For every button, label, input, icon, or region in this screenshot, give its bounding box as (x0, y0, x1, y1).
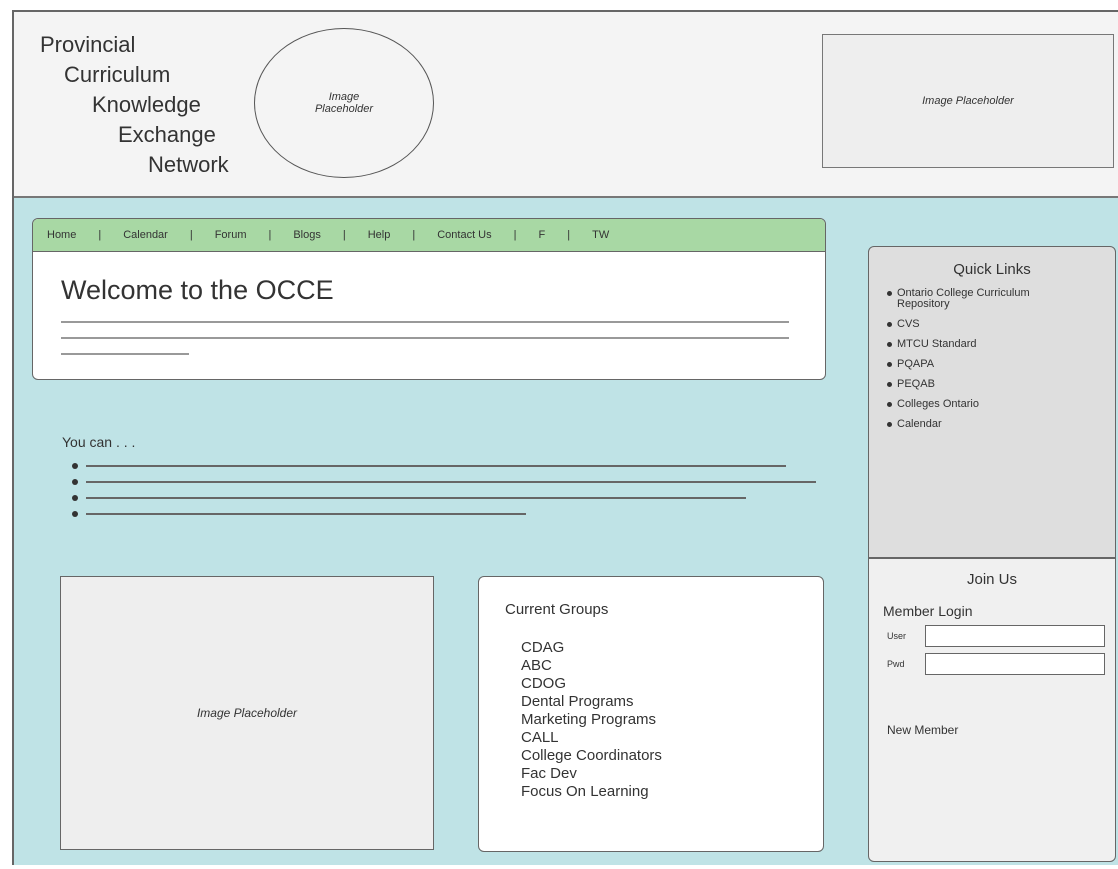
logo-line-provincial: Provincial (40, 32, 136, 57)
placeholder-text-line (86, 481, 816, 483)
group-item-abc[interactable]: ABC (521, 657, 662, 675)
header-image-placeholder-label: Image Placeholder (922, 95, 1014, 107)
nav-twitter[interactable]: TW (592, 229, 609, 241)
nav-calendar[interactable]: Calendar (123, 229, 168, 241)
user-input[interactable] (925, 625, 1105, 647)
bullet-icon (72, 495, 78, 501)
quick-links-list: Ontario College Curriculum Repository CV… (869, 288, 1115, 430)
placeholder-text-line (61, 337, 789, 339)
placeholder-text-line (86, 465, 786, 467)
nav-separator: | (342, 229, 346, 241)
quick-links-panel: Quick Links Ontario College Curriculum R… (868, 246, 1116, 558)
nav-forum[interactable]: Forum (215, 229, 247, 241)
oval-placeholder-line-1: Image (328, 91, 360, 103)
welcome-title: Welcome to the OCCE (61, 275, 334, 305)
quick-link-peqab[interactable]: PEQAB (887, 379, 1115, 390)
bullet-icon (72, 479, 78, 485)
nav-separator: | (268, 229, 272, 241)
nav-separator: | (412, 229, 416, 241)
main-image-placeholder-label: Image Placeholder (196, 706, 298, 720)
group-item-cdag[interactable]: CDAG (521, 639, 662, 657)
group-item-call[interactable]: CALL (521, 729, 662, 747)
group-item-college-coordinators[interactable]: College Coordinators (521, 747, 662, 765)
pwd-label: Pwd (887, 659, 905, 669)
oval-placeholder-line-2: Placeholder (314, 103, 374, 115)
member-login-heading: Member Login (883, 603, 973, 619)
new-member-link[interactable]: New Member (887, 723, 958, 737)
quick-link-curriculum-repository[interactable]: Ontario College Curriculum Repository (887, 288, 1077, 310)
quick-link-mtcu-standard[interactable]: MTCU Standard (887, 339, 1115, 350)
group-item-fac-dev[interactable]: Fac Dev (521, 765, 662, 783)
join-us-panel: Join Us Member Login User Pwd New Member (868, 558, 1116, 862)
main-image-placeholder: Image Placeholder (60, 576, 434, 850)
logo-line-knowledge: Knowledge (92, 92, 201, 117)
quick-link-colleges-ontario[interactable]: Colleges Ontario (887, 399, 1115, 410)
join-us-title: Join Us (966, 571, 1018, 588)
group-item-cdog[interactable]: CDOG (521, 675, 662, 693)
quick-link-pqapa[interactable]: PQAPA (887, 359, 1115, 370)
current-groups-list: CDAG ABC CDOG Dental Programs Marketing … (521, 639, 662, 801)
logo-line-exchange: Exchange (118, 122, 216, 147)
group-item-marketing-programs[interactable]: Marketing Programs (521, 711, 662, 729)
nav-separator: | (189, 229, 193, 241)
user-label: User (887, 631, 907, 641)
nav-facebook[interactable]: F (539, 229, 546, 241)
placeholder-text-line (61, 321, 789, 323)
quick-links-title: Quick Links (953, 261, 1031, 278)
you-can-label: You can . . . (62, 434, 136, 450)
nav-separator: | (98, 229, 102, 241)
current-groups-title: Current Groups (505, 601, 609, 618)
nav-separator: | (513, 229, 517, 241)
group-item-focus-on-learning[interactable]: Focus On Learning (521, 783, 662, 801)
logo-line-curriculum: Curriculum (64, 62, 171, 87)
header-oval-image-placeholder: Image Placeholder (254, 28, 434, 178)
nav-home[interactable]: Home (47, 229, 76, 241)
nav-separator: | (567, 229, 571, 241)
placeholder-text-line (86, 497, 746, 499)
bullet-icon (72, 463, 78, 469)
nav-blogs[interactable]: Blogs (293, 229, 321, 241)
bullet-icon (72, 511, 78, 517)
password-input[interactable] (925, 653, 1105, 675)
welcome-panel: Home | Calendar | Forum | Blogs | Help |… (32, 218, 826, 380)
placeholder-text-line (61, 353, 189, 355)
quick-link-cvs[interactable]: CVS (887, 319, 1115, 330)
current-groups-panel: Current Groups CDAG ABC CDOG Dental Prog… (478, 576, 824, 852)
nav-contact-us[interactable]: Contact Us (437, 229, 491, 241)
placeholder-text-line (86, 513, 526, 515)
group-item-dental-programs[interactable]: Dental Programs (521, 693, 662, 711)
logo-line-network: Network (148, 152, 229, 177)
nav-help[interactable]: Help (368, 229, 391, 241)
quick-link-calendar[interactable]: Calendar (887, 419, 1115, 430)
main-nav: Home | Calendar | Forum | Blogs | Help |… (33, 219, 825, 252)
header-image-placeholder: Image Placeholder (822, 34, 1114, 168)
